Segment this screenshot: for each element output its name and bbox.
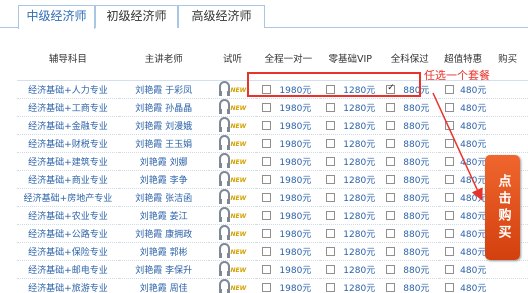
arrow-to-buy-icon [432, 92, 483, 201]
click-to-buy-button[interactable]: 点击购买 [485, 155, 520, 260]
